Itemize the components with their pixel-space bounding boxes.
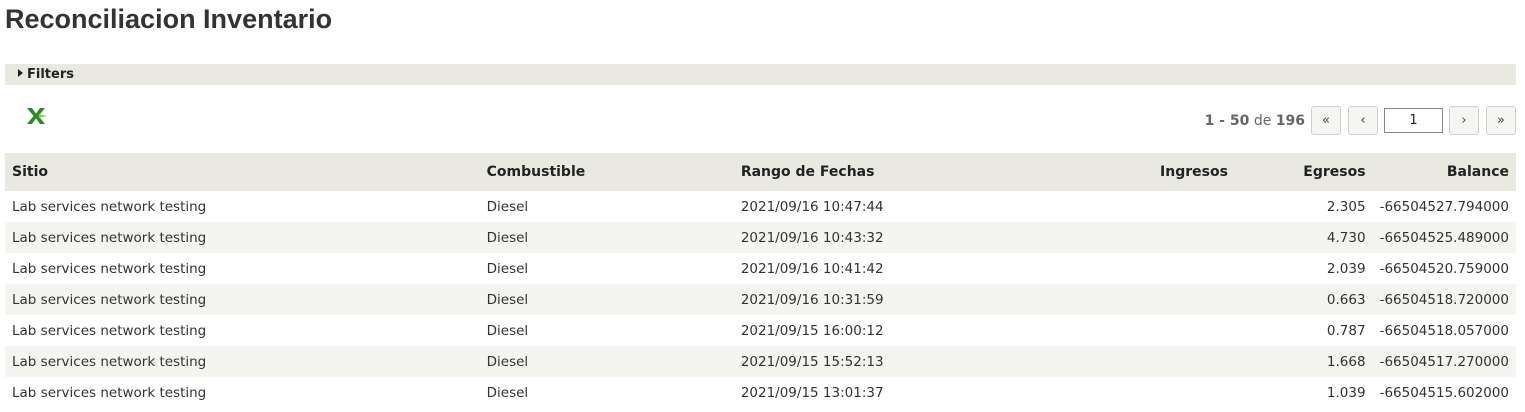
table-row[interactable]: Lab services network testing Diesel 2021… [5, 377, 1516, 408]
cell-ingresos [1033, 315, 1235, 346]
table-row[interactable]: Lab services network testing Diesel 2021… [5, 191, 1516, 222]
cell-balance: -66504515.602000 [1379, 384, 1509, 401]
cell-egresos: 0.787 [1326, 322, 1366, 339]
caret-right-icon [18, 68, 23, 77]
pager-range: 1 - 50 [1204, 112, 1250, 129]
chevron-left-icon: ‹ [1360, 113, 1366, 128]
cell-sitio: Lab services network testing [5, 346, 480, 377]
table-row[interactable]: Lab services network testing Diesel 2021… [5, 222, 1516, 253]
table-row[interactable]: Lab services network testing Diesel 2021… [5, 346, 1516, 377]
cell-egresos: 4.730 [1234, 222, 1373, 253]
page-number-input[interactable] [1384, 108, 1443, 133]
chevron-right-icon: › [1461, 113, 1467, 128]
table-row[interactable]: Lab services network testing Diesel 2021… [5, 253, 1516, 284]
cell-egresos: 0.663 [1234, 284, 1373, 315]
cell-rango-fechas: 2021/09/16 10:47:44 [740, 198, 884, 215]
cell-egresos: 2.039 [1326, 260, 1366, 277]
column-header-sitio[interactable]: Sitio [5, 153, 480, 191]
filters-label: Filters [27, 67, 74, 82]
page-title: Reconciliacion Inventario [5, 4, 333, 34]
cell-combustible: Diesel [486, 384, 529, 401]
inventory-table: Sitio Combustible Rango de Fechas Ingres… [5, 153, 1516, 408]
first-page-button[interactable]: « [1311, 106, 1341, 135]
cell-rango-fechas: 2021/09/16 10:43:32 [733, 222, 1033, 253]
cell-combustible: Diesel [479, 222, 734, 253]
table-row[interactable]: Lab services network testing Diesel 2021… [5, 284, 1516, 315]
cell-ingresos [1032, 346, 1235, 377]
cell-rango-fechas: 2021/09/15 16:00:12 [740, 322, 884, 339]
table-header-row: Sitio Combustible Rango de Fechas Ingres… [5, 153, 1516, 191]
cell-sitio: Lab services network testing [5, 222, 480, 253]
excel-export-button[interactable] [24, 105, 48, 127]
last-page-button[interactable]: » [1486, 106, 1516, 135]
cell-rango-fechas: 2021/09/15 15:52:13 [733, 346, 1033, 377]
cell-egresos: 1.668 [1234, 346, 1373, 377]
cell-balance: -66504518.057000 [1379, 322, 1509, 339]
pager-total: 196 [1275, 112, 1305, 129]
cell-egresos: 1.039 [1326, 384, 1366, 401]
pagination: 1 - 50 de 196 « ‹ › » [1205, 105, 1516, 136]
next-page-button[interactable]: › [1449, 106, 1479, 135]
cell-balance: -66504520.759000 [1379, 260, 1509, 277]
double-chevron-right-icon: » [1497, 113, 1505, 128]
filters-toggle[interactable]: Filters [5, 64, 1516, 85]
column-header-balance[interactable]: Balance [1372, 153, 1516, 191]
column-header-egresos[interactable]: Egresos [1234, 153, 1373, 191]
excel-export-icon [27, 108, 47, 124]
column-header-rango-fechas[interactable]: Rango de Fechas [733, 153, 1033, 191]
cell-ingresos [1033, 191, 1235, 222]
cell-sitio: Lab services network testing [12, 384, 207, 401]
cell-rango-fechas: 2021/09/15 13:01:37 [740, 384, 884, 401]
cell-egresos: 2.305 [1326, 198, 1366, 215]
cell-rango-fechas: 2021/09/16 10:31:59 [733, 284, 1033, 315]
cell-balance: -66504525.489000 [1372, 222, 1516, 253]
cell-ingresos [1032, 222, 1235, 253]
cell-combustible: Diesel [486, 260, 529, 277]
cell-combustible: Diesel [486, 322, 529, 339]
pager-of-word: de [1253, 112, 1272, 129]
cell-balance: -66504517.270000 [1372, 346, 1516, 377]
cell-sitio: Lab services network testing [12, 198, 207, 215]
double-chevron-left-icon: « [1322, 113, 1330, 128]
cell-balance: -66504527.794000 [1379, 198, 1509, 215]
column-header-ingresos[interactable]: Ingresos [1032, 153, 1235, 191]
table-row[interactable]: Lab services network testing Diesel 2021… [5, 315, 1516, 346]
cell-combustible: Diesel [486, 198, 529, 215]
cell-combustible: Diesel [479, 284, 734, 315]
cell-ingresos [1033, 253, 1235, 284]
cell-sitio: Lab services network testing [5, 284, 480, 315]
cell-balance: -66504518.720000 [1372, 284, 1516, 315]
prev-page-button[interactable]: ‹ [1348, 106, 1378, 135]
pager-info: 1 - 50 de 196 [1205, 113, 1305, 129]
cell-ingresos [1032, 284, 1235, 315]
column-header-combustible[interactable]: Combustible [479, 153, 734, 191]
cell-sitio: Lab services network testing [12, 260, 207, 277]
cell-rango-fechas: 2021/09/16 10:41:42 [740, 260, 884, 277]
cell-sitio: Lab services network testing [12, 322, 207, 339]
cell-ingresos [1033, 377, 1235, 408]
cell-combustible: Diesel [479, 346, 734, 377]
